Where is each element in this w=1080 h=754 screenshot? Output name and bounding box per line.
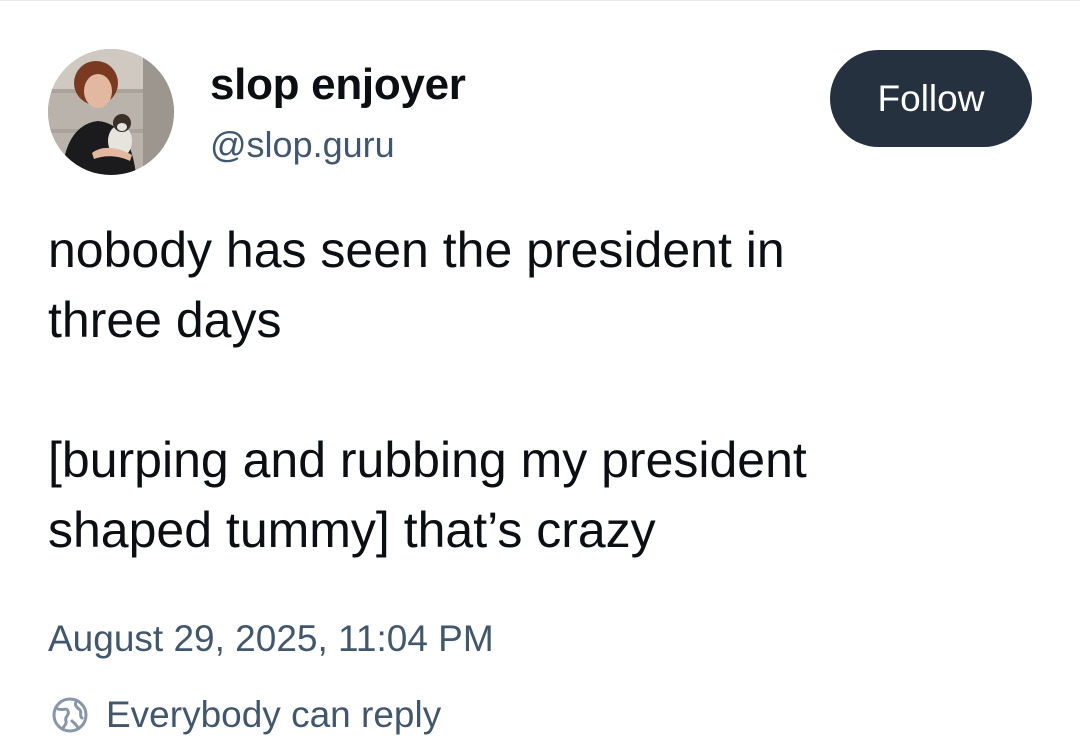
- author-handle[interactable]: @slop.guru: [210, 121, 395, 169]
- follow-button[interactable]: Follow: [830, 50, 1032, 147]
- globe-icon: [48, 693, 92, 737]
- post-paragraph: nobody has seen the president in three d…: [48, 222, 785, 348]
- author-display-name[interactable]: slop enjoyer: [210, 57, 466, 113]
- profile-photo: [48, 49, 174, 175]
- reply-setting: Everybody can reply: [48, 689, 441, 741]
- post-text: nobody has seen the president in three d…: [48, 215, 1048, 565]
- post-timestamp[interactable]: August 29, 2025, 11:04 PM: [48, 615, 494, 663]
- post-paragraph: [burping and rubbing my president shaped…: [48, 432, 807, 558]
- avatar[interactable]: [48, 49, 174, 175]
- post-card: slop enjoyer @slop.guru Follow nobody ha…: [0, 0, 1080, 754]
- reply-setting-label: Everybody can reply: [106, 694, 442, 735]
